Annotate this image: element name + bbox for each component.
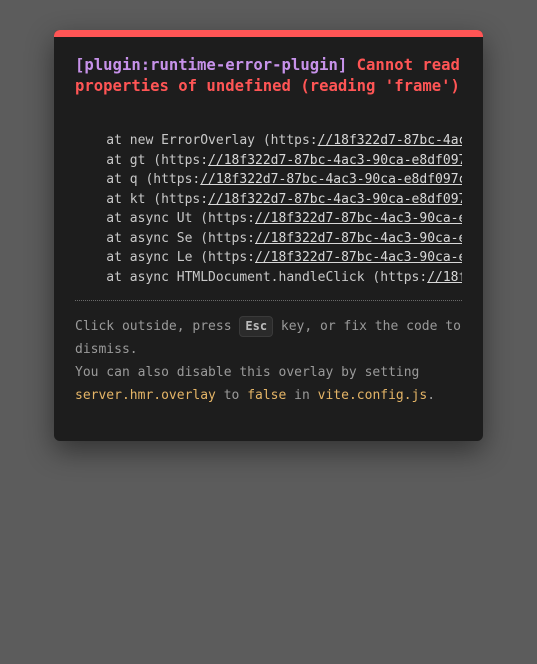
- stack-frame-link[interactable]: //18f322d7-87bc-4ac3-90ca-e8df097c: [208, 192, 462, 207]
- tip-text: You can also disable this overlay by set…: [75, 365, 420, 380]
- stack-frame-link[interactable]: //18f322d7-87bc-4ac3-90ca-e8df097c: [255, 211, 462, 226]
- esc-key: Esc: [239, 316, 274, 337]
- dismiss-tip: Click outside, press Esc key, or fix the…: [75, 315, 462, 407]
- divider: [75, 300, 462, 301]
- false-value: false: [247, 388, 287, 403]
- stack-frame-location: at async Se (https:: [75, 230, 256, 246]
- stack-frame-location: at kt (https:: [75, 191, 209, 207]
- error-accent-bar: [54, 30, 483, 37]
- tip-text: to: [215, 388, 248, 403]
- stack-frame-link[interactable]: //18f322d7-87bc-4ac3-90ca-e8df097c: [200, 172, 462, 187]
- error-overlay-window: [plugin:runtime-error-plugin] Cannot rea…: [54, 30, 483, 441]
- stack-frame-link[interactable]: //18f322d7-87bc-4ac3-90ca-e8df097c: [255, 231, 462, 246]
- tip-text: .: [427, 388, 436, 403]
- stack-frame: at gt (https://18f322d7-87bc-4ac3-90ca-e…: [75, 151, 462, 171]
- stack-frame-location: at async Le (https:: [75, 250, 256, 265]
- plugin-name: [plugin:runtime-error-plugin]: [75, 56, 348, 74]
- stack-frame: at q (https://18f322d7-87bc-4ac3-90ca-e8…: [75, 170, 462, 190]
- stack-frame: at new ErrorOverlay (https://18f322d7-87…: [75, 131, 462, 151]
- error-message: [plugin:runtime-error-plugin] Cannot rea…: [75, 55, 462, 96]
- stack-frame-link[interactable]: //18f322d7-87bc-4ac3-90ca-e8df097c: [318, 133, 462, 148]
- stack-frame: at async Ut (https://18f322d7-87bc-4ac3-…: [75, 209, 462, 229]
- stack-frame-location: at new ErrorOverlay (https:: [75, 133, 318, 148]
- config-key: server.hmr.overlay: [75, 388, 216, 403]
- stack-frame-link[interactable]: //18f322d7-87bc-4ac3-90ca-e8df097c: [427, 270, 462, 285]
- stack-frame: at async HTMLDocument.handleClick (https…: [75, 268, 462, 288]
- stack-frame-link[interactable]: //18f322d7-87bc-4ac3-90ca-e8df097c: [255, 250, 462, 265]
- stack-frame-link[interactable]: //18f322d7-87bc-4ac3-90ca-e8df097c: [208, 153, 462, 168]
- tip-text: in: [286, 388, 318, 403]
- stack-frame: at async Le (https://18f322d7-87bc-4ac3-…: [75, 248, 462, 268]
- tip-text: Click outside, press: [75, 319, 240, 334]
- stack-trace: at new ErrorOverlay (https://18f322d7-87…: [75, 131, 462, 287]
- stack-frame: at kt (https://18f322d7-87bc-4ac3-90ca-e…: [75, 190, 462, 210]
- tip-line-1: Click outside, press Esc key, or fix the…: [75, 315, 462, 361]
- stack-frame-location: at async HTMLDocument.handleClick (https…: [75, 269, 428, 285]
- stack-frame-location: at q (https:: [75, 172, 201, 187]
- error-content: [plugin:runtime-error-plugin] Cannot rea…: [75, 55, 462, 407]
- stack-frame-location: at gt (https:: [75, 152, 209, 168]
- stack-frame: at async Se (https://18f322d7-87bc-4ac3-…: [75, 229, 462, 249]
- config-file: vite.config.js: [317, 388, 428, 403]
- tip-line-2: You can also disable this overlay by set…: [75, 361, 462, 407]
- stack-frame-location: at async Ut (https:: [75, 211, 256, 226]
